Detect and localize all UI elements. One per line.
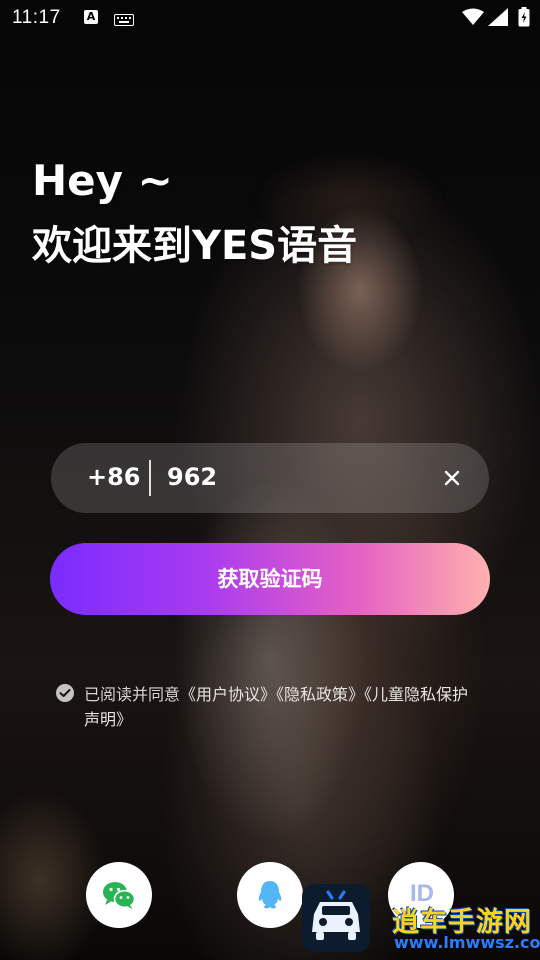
agreement-text: 已阅读并同意《用户协议》《隐私政策》《儿童隐私保护声明》 — [84, 682, 476, 732]
a-notification-icon: A — [84, 10, 98, 24]
battery-icon — [518, 7, 530, 31]
status-bar: 11:17 A — [0, 0, 540, 36]
watermark-car-logo — [302, 884, 370, 952]
qq-login-button[interactable] — [237, 862, 303, 928]
user-agreement-link[interactable]: 《用户协议》 — [180, 685, 276, 704]
close-icon[interactable] — [441, 467, 463, 489]
get-verification-code-button[interactable]: 获取验证码 — [50, 543, 490, 615]
phone-number-value[interactable]: 962 — [167, 463, 217, 491]
country-code[interactable]: +86 — [87, 463, 141, 491]
greeting-hey: Hey ~ — [32, 156, 173, 205]
keyboard-icon — [114, 11, 134, 30]
agree-checkbox[interactable] — [56, 684, 74, 702]
privacy-policy-link[interactable]: 《隐私政策》 — [276, 685, 364, 704]
watermark-url: www.lmwwsz.com — [394, 933, 540, 952]
greeting-welcome: 欢迎来到YES语音 — [32, 223, 358, 269]
field-divider — [149, 460, 151, 496]
phone-input[interactable]: +86 962 — [51, 443, 489, 513]
signal-icon — [488, 8, 508, 30]
agreement: 已阅读并同意《用户协议》《隐私政策》《儿童隐私保护声明》 — [56, 682, 476, 732]
agreement-prefix: 已阅读并同意 — [84, 685, 181, 704]
wifi-icon — [462, 8, 484, 30]
status-time: 11:17 — [12, 7, 61, 28]
watermark: 逍车手游网 www.lmwwsz.com — [302, 884, 540, 960]
login-screen: 11:17 A Hey ~ 欢迎来到YES语音 +86 962 获取验证码 已阅… — [0, 0, 540, 960]
wechat-login-button[interactable] — [86, 862, 152, 928]
qq-icon — [250, 875, 290, 919]
wechat-icon — [99, 875, 139, 919]
greeting: Hey ~ 欢迎来到YES语音 — [32, 152, 357, 278]
